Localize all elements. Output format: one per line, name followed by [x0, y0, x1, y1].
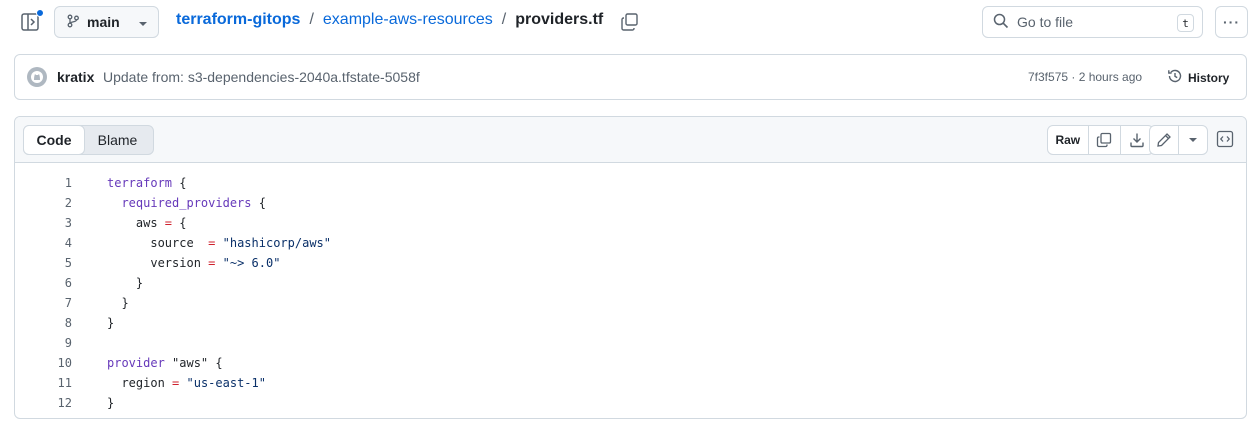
breadcrumb-separator: / [501, 11, 507, 28]
copy-icon[interactable] [1087, 126, 1121, 154]
code-line: 10 provider "aws" { [15, 353, 1246, 373]
line-content: } [107, 316, 114, 330]
code-token: } [107, 296, 129, 310]
line-number[interactable]: 8 [15, 316, 72, 330]
code-line: 3 aws = { [15, 213, 1246, 233]
line-content: provider "aws" { [107, 356, 223, 370]
code-token: "hashicorp/aws" [222, 236, 331, 250]
keyboard-shortcut-hint: t [1177, 14, 1194, 32]
code-token: terraform [107, 176, 173, 190]
code-token: "~> 6.0" [222, 256, 281, 270]
code-token: version [107, 256, 209, 270]
code-token: provider [107, 356, 165, 370]
pencil-icon[interactable] [1150, 126, 1178, 154]
commit-sha-and-time[interactable]: 7f3f575 · 2 hours ago [1028, 70, 1142, 84]
commit-message-link[interactable]: Update from: s3-dependencies-2040a.tfsta… [103, 69, 420, 85]
code-symbols-icon[interactable] [1214, 128, 1236, 150]
code-line: 7 } [15, 293, 1246, 313]
code-token: = [164, 216, 173, 230]
breadcrumb-repo-link[interactable]: terraform-gitops [176, 11, 300, 29]
line-number[interactable]: 11 [15, 376, 72, 390]
code-line: 5 version = "~> 6.0" [15, 253, 1246, 273]
go-to-file-placeholder: Go to file [1017, 14, 1074, 30]
code-blame-toggle: Code Blame [23, 125, 154, 155]
line-content: } [107, 276, 143, 290]
line-number[interactable]: 3 [15, 216, 72, 230]
line-number[interactable]: 4 [15, 236, 72, 250]
kebab-horizontal-icon[interactable]: ··· [1215, 6, 1248, 38]
commit-author-link[interactable]: kratix [57, 69, 94, 85]
code-line: 12} [15, 393, 1246, 413]
line-content: version = "~> 6.0" [107, 256, 280, 270]
raw-button[interactable]: Raw [1048, 126, 1088, 154]
history-button[interactable]: History [1167, 68, 1229, 87]
line-content: source = "hashicorp/aws" [107, 236, 331, 250]
git-branch-icon [67, 14, 79, 31]
code-line: 1 terraform { [15, 173, 1246, 193]
code-listing: 1 terraform {2 required_providers {3 aws … [15, 173, 1246, 413]
edit-actions-group [1149, 125, 1208, 155]
history-label: History [1188, 70, 1230, 85]
code-line: 2 required_providers { [15, 193, 1246, 213]
line-content: region = "us-east-1" [107, 376, 266, 390]
code-token: } [107, 276, 144, 290]
line-number[interactable]: 5 [15, 256, 72, 270]
line-content: aws = { [107, 216, 187, 230]
top-bar: main terraform-gitops / example-aws-reso… [0, 0, 1252, 44]
tab-blame[interactable]: Blame [84, 126, 151, 154]
line-number[interactable]: 9 [15, 336, 72, 350]
code-line: 4 source = "hashicorp/aws" [15, 233, 1246, 253]
line-number[interactable]: 12 [15, 396, 72, 410]
notification-dot [36, 9, 44, 17]
breadcrumb-separator: / [309, 11, 314, 28]
breadcrumb-file-name: providers.tf [515, 11, 604, 28]
code-line: 9 [15, 333, 1246, 353]
line-content: terraform { [107, 176, 186, 190]
code-line: 8} [15, 313, 1246, 333]
sidebar-toggle-icon[interactable] [20, 9, 44, 33]
line-content: } [107, 396, 114, 410]
breadcrumb-directory-link[interactable]: example-aws-resources [323, 11, 493, 29]
line-content: required_providers { [107, 196, 266, 210]
code-token: "us-east-1" [186, 376, 266, 390]
code-line: 11 region = "us-east-1" [15, 373, 1246, 393]
tab-code[interactable]: Code [23, 125, 85, 155]
go-to-file-input[interactable]: Go to file t [982, 6, 1203, 38]
raw-actions-group: Raw [1047, 125, 1154, 155]
file-header: Code Blame Raw [15, 117, 1246, 163]
code-token: required_providers [121, 196, 252, 210]
code-token: { [172, 176, 187, 190]
line-number[interactable]: 2 [15, 196, 72, 210]
line-number[interactable]: 1 [15, 176, 72, 190]
branch-name: main [87, 14, 120, 30]
code-token: region [107, 376, 173, 390]
code-token: } [107, 316, 115, 330]
breadcrumb: terraform-gitops / example-aws-resources… [176, 11, 603, 29]
chevron-down-icon[interactable] [1178, 126, 1207, 154]
latest-commit-bar: kratix Update from: s3-dependencies-2040… [14, 54, 1247, 100]
code-token: { [172, 216, 187, 230]
code-line: 6 } [15, 273, 1246, 293]
line-number[interactable]: 10 [15, 356, 72, 370]
more-options-label: ··· [1223, 14, 1240, 30]
copy-icon[interactable] [620, 12, 640, 32]
code-token: "aws" { [164, 356, 223, 370]
history-icon [1167, 68, 1183, 87]
github-avatar-icon[interactable] [27, 67, 47, 87]
code-token: } [107, 396, 115, 410]
file-viewer: Code Blame Raw 1 terraform {2 required_… [14, 116, 1247, 419]
code-token: aws [107, 216, 165, 230]
search-icon [993, 13, 1009, 32]
branch-selector-button[interactable]: main [54, 6, 159, 38]
line-number[interactable]: 6 [15, 276, 72, 290]
line-content: } [107, 296, 129, 310]
line-number[interactable]: 7 [15, 296, 72, 310]
chevron-down-icon [138, 14, 148, 30]
code-token: { [251, 196, 266, 210]
code-token: source [107, 236, 209, 250]
